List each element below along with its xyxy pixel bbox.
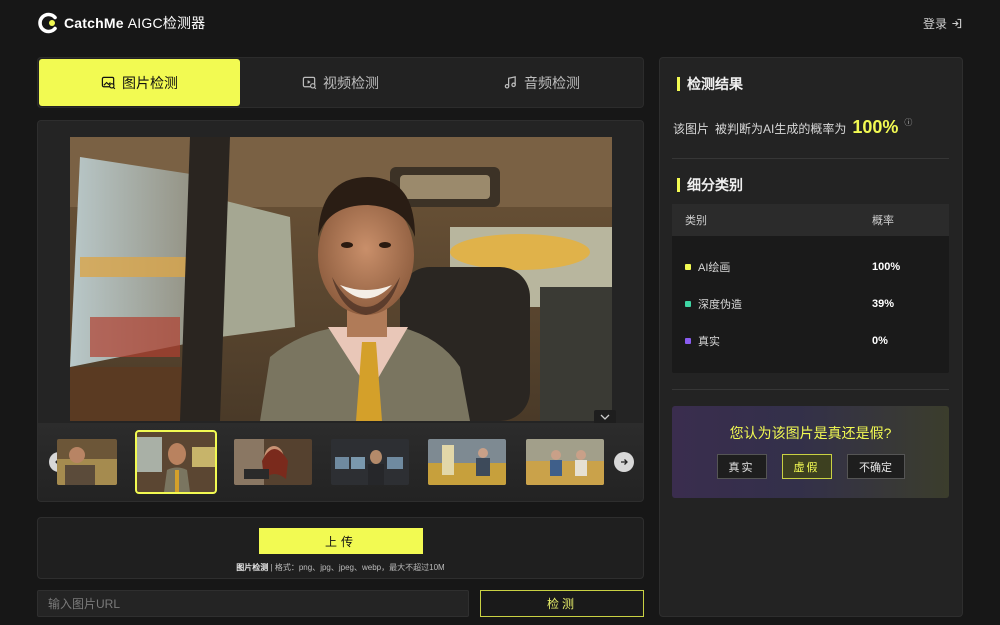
upload-hint-formats: 格式：png、jpg、jpeg、webp，最大不超过10M [274, 563, 445, 572]
category-probability: 0% [872, 334, 888, 347]
vote-unsure-button[interactable]: 不确定 [846, 454, 905, 479]
table-row: 真实 0% [672, 322, 949, 359]
upload-hint-label: 图片检测 [236, 563, 269, 572]
tab-image-detection[interactable]: 图片检测 [39, 59, 240, 106]
result-prefix: 该图片 [673, 122, 710, 136]
top-bar: CatchMe AIGC检测器 登录 [0, 0, 1000, 46]
ai-probability: 100% [852, 117, 899, 137]
detect-button[interactable]: 检测 [480, 590, 644, 617]
tab-video-label: 视频检测 [323, 74, 379, 91]
brand-name: CatchMe [64, 15, 124, 31]
column-category: 类别 [685, 215, 707, 227]
logo[interactable]: CatchMe AIGC检测器 [36, 11, 205, 35]
gallery-thumbnail-selected[interactable] [135, 430, 217, 494]
gallery-thumbnail[interactable] [57, 439, 117, 485]
image-search-icon [101, 76, 116, 90]
legend-square-icon [685, 263, 691, 270]
title-accent-bar [677, 77, 680, 91]
gallery-thumbnail[interactable] [428, 439, 506, 485]
login-label: 登录 [922, 17, 947, 31]
main-preview-image [70, 137, 612, 421]
vote-real-button[interactable]: 真实 [716, 454, 767, 479]
vote-question: 您认为该图片是真还是假? [729, 425, 892, 441]
gallery-thumbnail[interactable] [526, 439, 604, 485]
breakdown-title: 细分类别 [677, 175, 743, 195]
chevron-down-icon [600, 414, 610, 420]
upload-button[interactable]: 上传 [259, 528, 423, 554]
detection-tabs: 图片检测 视频检测 音频检测 [37, 57, 644, 108]
legend-square-icon [685, 337, 691, 344]
result-title-text: 检测结果 [687, 76, 743, 92]
divider [672, 389, 949, 390]
table-row: AI绘画 100% [672, 248, 949, 285]
collapse-gallery-button[interactable] [594, 410, 616, 424]
tab-video-detection[interactable]: 视频检测 [240, 59, 441, 106]
gallery-thumbnail[interactable] [331, 439, 409, 485]
upload-hint: 图片检测 | 格式：png、jpg、jpeg、webp，最大不超过10M [38, 562, 643, 573]
legend-square-icon [685, 300, 691, 307]
music-note-icon [504, 76, 516, 89]
result-title: 检测结果 [677, 74, 743, 94]
upload-hint-separator: | [270, 563, 273, 572]
column-probability: 概率 [872, 215, 894, 227]
login-arrow-icon [952, 18, 962, 29]
table-header: 类别 概率 [672, 204, 949, 236]
category-table: 类别 概率 AI绘画 100% 深度伪造 39% 真实 0% [672, 204, 949, 373]
category-name: AI绘画 [698, 261, 731, 274]
vote-options: 真实 虚假 不确定 [672, 454, 949, 479]
tab-audio-detection[interactable]: 音频检测 [441, 59, 642, 106]
image-url-input[interactable] [37, 590, 469, 617]
result-summary: 该图片 被判断为AI生成的概率为 100% ⓘ [673, 117, 912, 138]
category-name: 深度伪造 [698, 298, 742, 311]
catchme-logo-icon [38, 12, 57, 34]
category-probability: 39% [872, 297, 895, 310]
category-name: 真实 [698, 335, 720, 348]
gallery-thumbnail[interactable] [234, 439, 312, 485]
divider [672, 158, 949, 159]
result-panel: 检测结果 该图片 被判断为AI生成的概率为 100% ⓘ 细分类别 类别 概率 … [659, 57, 963, 617]
tab-image-label: 图片检测 [122, 74, 178, 91]
table-row: 深度伪造 39% [672, 285, 949, 322]
title-accent-bar [677, 178, 680, 192]
category-probability: 100% [872, 260, 901, 273]
upload-section: 上传 图片检测 | 格式：png、jpg、jpeg、webp，最大不超过10M [37, 517, 644, 579]
product-name: AIGC检测器 [127, 15, 206, 31]
login-button[interactable]: 登录 [923, 15, 962, 32]
info-icon[interactable]: ⓘ [904, 117, 912, 128]
user-vote-card: 您认为该图片是真还是假? 真实 虚假 不确定 [672, 406, 949, 498]
result-text: 被判断为AI生成的概率为 [715, 122, 847, 136]
video-search-icon [302, 76, 317, 90]
breakdown-title-text: 细分类别 [687, 177, 743, 193]
arrow-right-icon [621, 459, 628, 465]
gallery-next-button[interactable] [614, 452, 634, 472]
tab-audio-label: 音频检测 [524, 74, 580, 91]
image-preview-area [37, 120, 644, 502]
thumbnail-gallery [38, 423, 643, 501]
vote-fake-button[interactable]: 虚假 [781, 454, 832, 479]
